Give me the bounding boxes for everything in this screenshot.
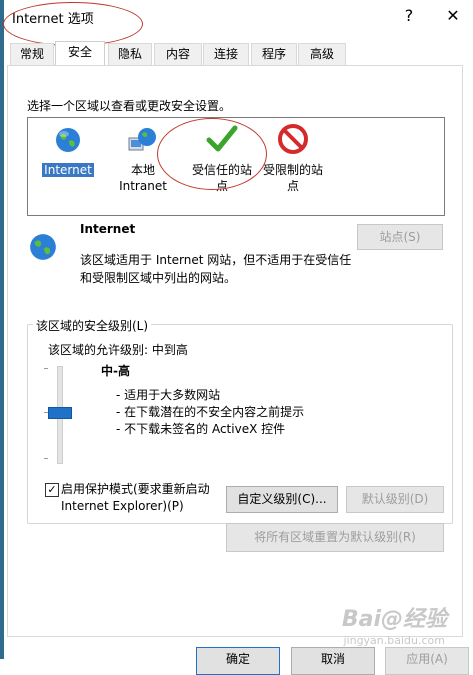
tab-advanced[interactable]: 高级 — [298, 43, 346, 65]
tab-security[interactable]: 安全 — [55, 41, 105, 66]
protected-mode-label: 启用保护模式(要求重新启动 Internet Explorer)(P) — [61, 482, 210, 513]
background-strip — [0, 0, 4, 659]
security-slider-thumb[interactable] — [48, 407, 72, 419]
tab-programs[interactable]: 程序 — [251, 43, 297, 65]
intranet-globe-icon — [128, 128, 156, 151]
zone-internet[interactable]: Internet — [38, 126, 98, 178]
reset-all-zones-button[interactable]: 将所有区域重置为默认级别(R) — [226, 523, 444, 552]
annotation-circle-title — [3, 2, 143, 46]
watermark: Bai@经验 — [341, 607, 447, 632]
zone-restricted-sites-label: 受限制的站 点 — [262, 163, 323, 193]
slider-tick — [44, 368, 48, 369]
security-level-name: 中-高 — [101, 364, 130, 378]
slider-tick — [44, 458, 48, 459]
zone-info-description: 该区域适用于 Internet 网站，但不适用于在受信任和受限制区域中列出的网站… — [80, 253, 352, 285]
no-entry-icon — [278, 124, 308, 154]
sites-button[interactable]: 站点(S) — [357, 224, 443, 250]
tab-content[interactable]: 内容 — [154, 43, 202, 65]
zone-internet-label: Internet — [42, 163, 94, 177]
protected-mode-checkbox[interactable]: ✓ — [45, 483, 59, 497]
apply-button[interactable]: 应用(A) — [385, 647, 469, 675]
cancel-button[interactable]: 取消 — [291, 647, 375, 675]
level-bullet: - 不下载未签名的 ActiveX 控件 — [116, 422, 286, 436]
tab-privacy[interactable]: 隐私 — [108, 43, 152, 65]
security-level-group-label: 该区域的安全级别(L) — [33, 317, 152, 334]
annotation-circle-trusted — [157, 118, 267, 190]
ok-button[interactable]: 确定 — [196, 647, 280, 675]
tab-connections[interactable]: 连接 — [203, 43, 249, 65]
globe-icon — [56, 128, 80, 152]
default-level-button[interactable]: 默认级别(D) — [346, 486, 444, 513]
level-bullet: - 适用于大多数网站 — [116, 388, 221, 402]
zone-prompt: 选择一个区域以查看或更改安全设置。 — [27, 99, 232, 113]
zone-info-title: Internet — [80, 222, 136, 236]
custom-level-button[interactable]: 自定义级别(C)... — [226, 486, 338, 513]
watermark-url: jingyan.baidu.com — [343, 634, 445, 647]
help-button[interactable]: ? — [394, 4, 424, 28]
close-button[interactable]: ✕ — [438, 4, 468, 28]
allowed-levels-text: 该区域的允许级别: 中到高 — [48, 343, 188, 357]
tab-general[interactable]: 常规 — [10, 43, 54, 65]
zone-restricted-sites[interactable]: 受限制的站 点 — [256, 124, 330, 194]
globe-icon — [30, 234, 56, 260]
level-bullet: - 在下载潜在的不安全内容之前提示 — [116, 405, 305, 419]
